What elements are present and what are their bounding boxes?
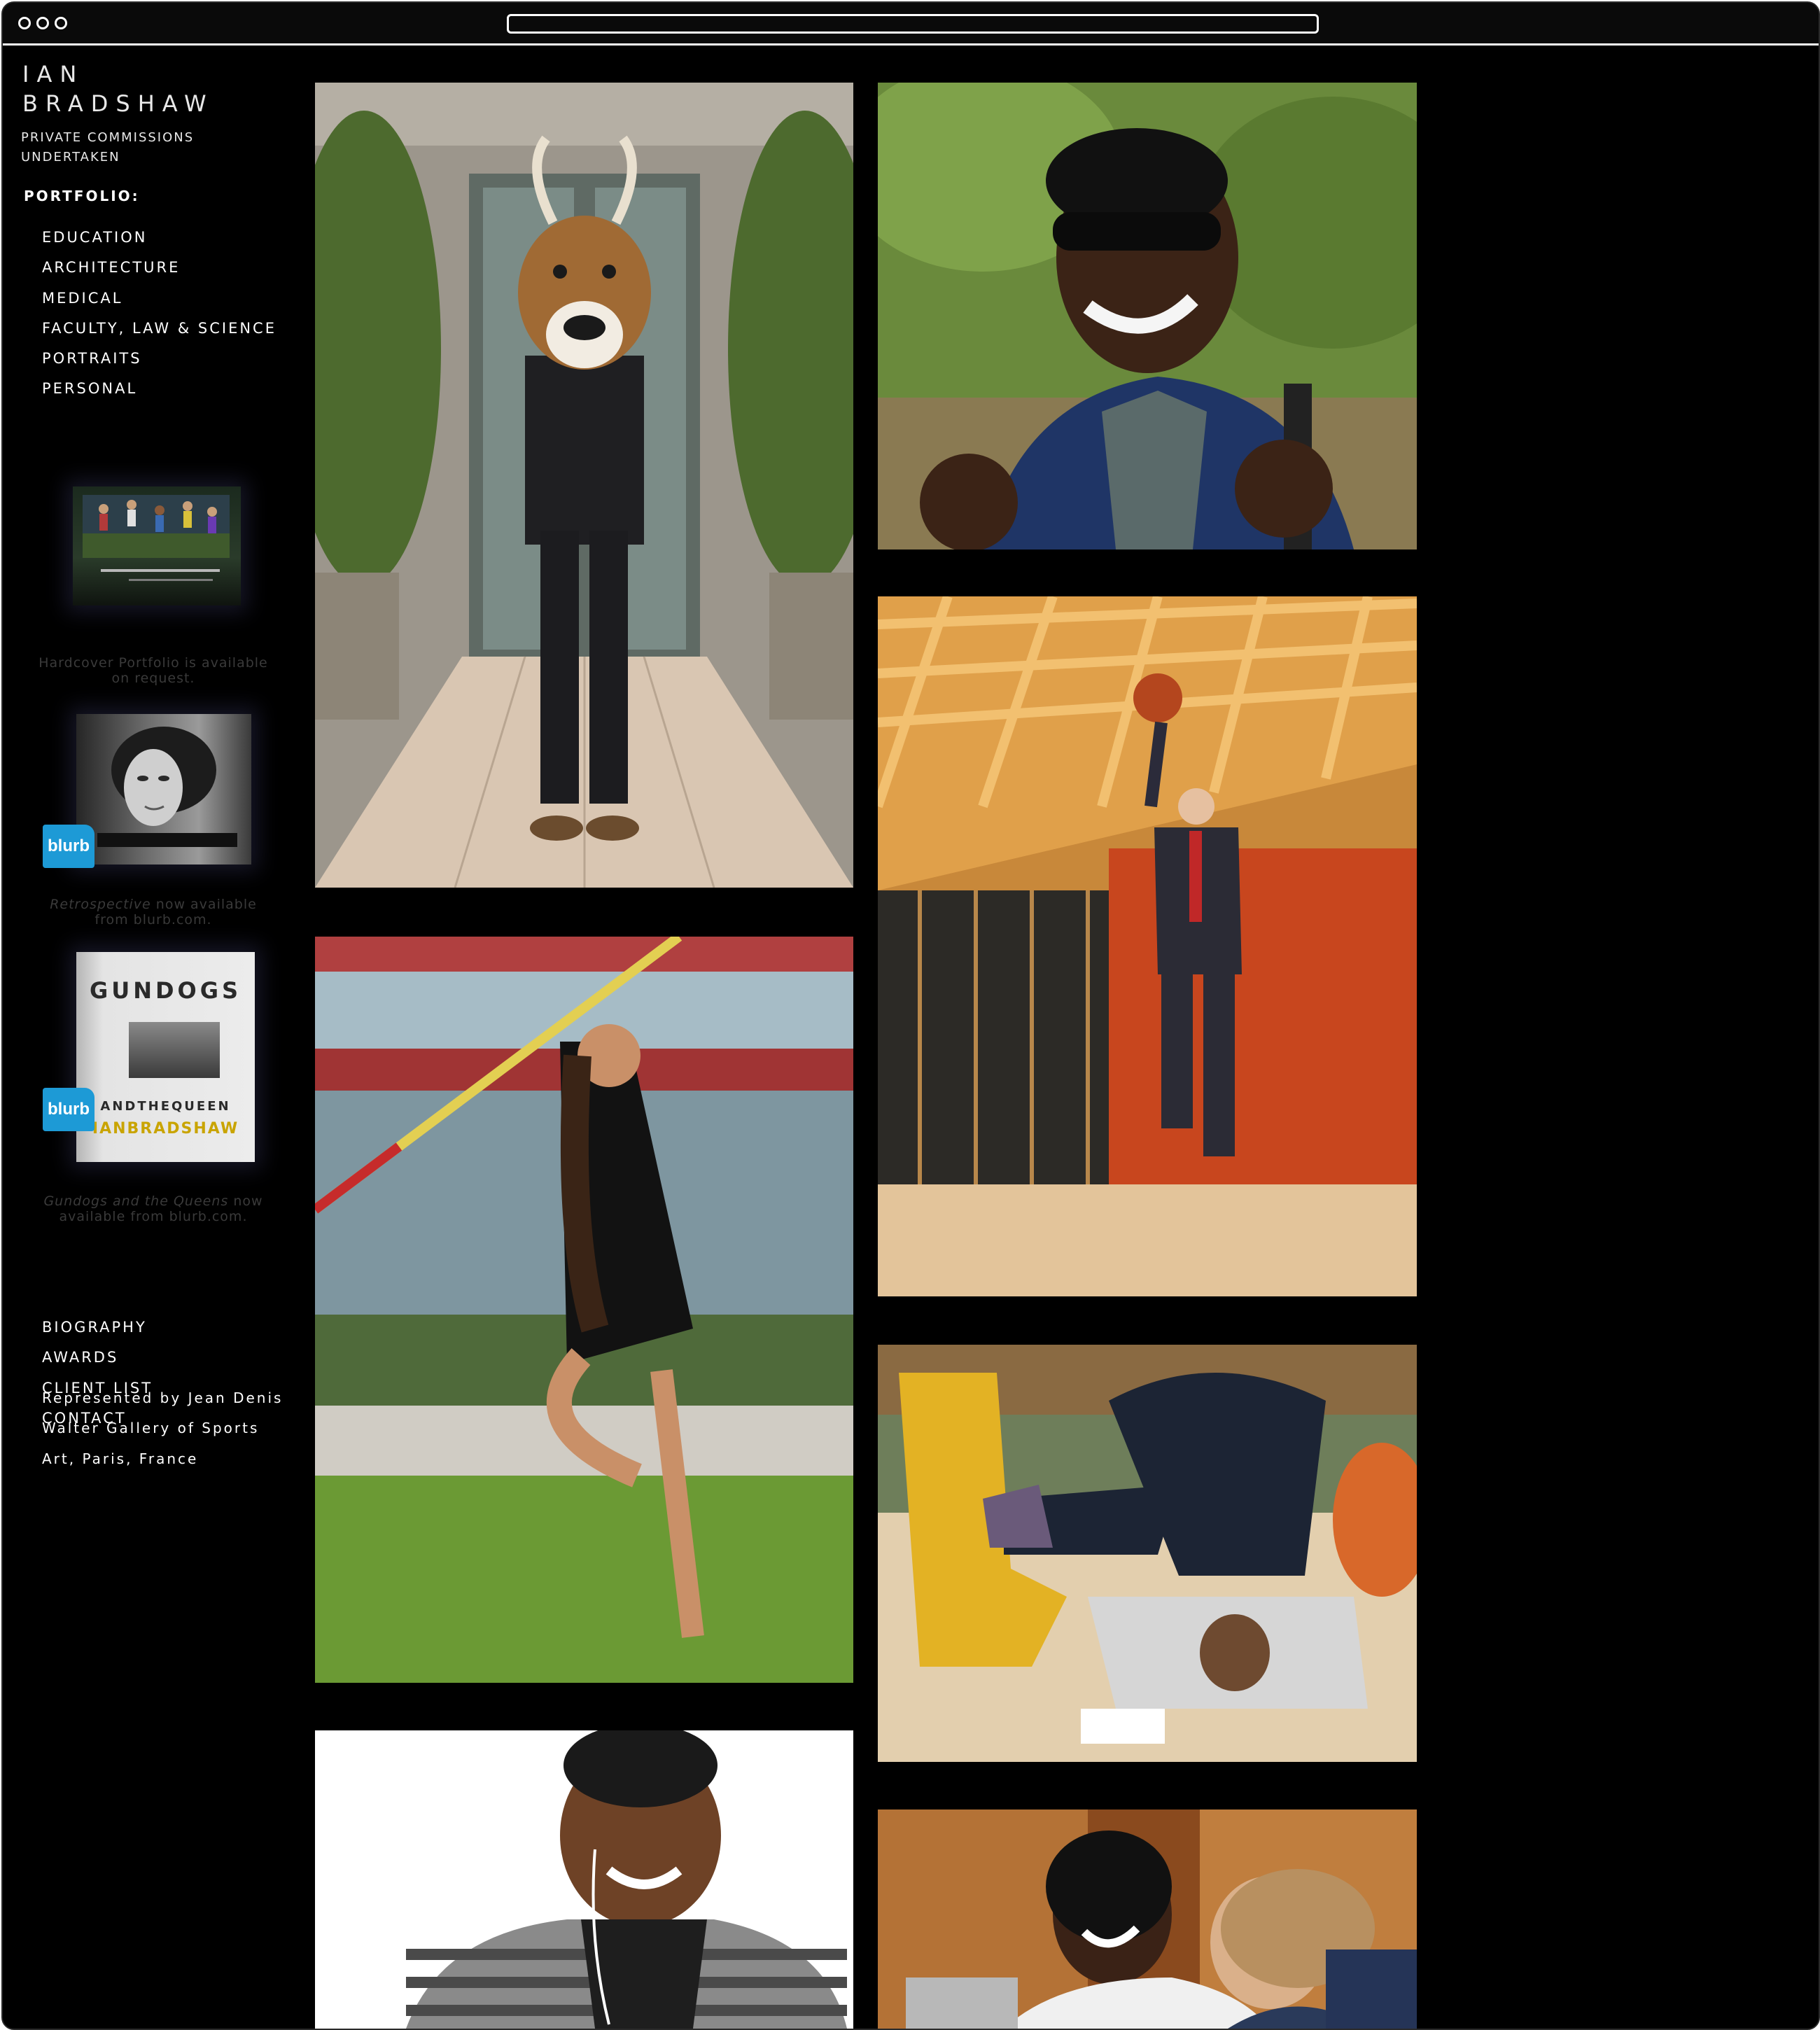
portfolio-nav: EDUCATION ARCHITECTURE MEDICAL FACULTY, … [42, 223, 276, 405]
nav-item-architecture[interactable]: ARCHITECTURE [42, 253, 276, 283]
jumping-students-image [83, 495, 230, 558]
gundogs-book[interactable]: GUNDOGS ANDTHEQUEEN IANBRADSHAW [76, 952, 255, 1162]
address-bar[interactable] [507, 14, 1319, 34]
portfolio-heading: PORTFOLIO: [24, 188, 140, 204]
photo-pole-vaulter-woman[interactable] [315, 937, 853, 1683]
representation-line-2: Walter Gallery of Sports [42, 1420, 260, 1437]
site-logo[interactable]: IAN BRADSHAW [22, 59, 214, 118]
hardcover-caption: Hardcover Portfolio is available on requ… [38, 655, 268, 686]
gundogs-cover-author: IANBRADSHAW [92, 1120, 239, 1138]
photo-man-earphones-smiling[interactable] [315, 1730, 853, 2029]
representation-line-3: Art, Paris, France [42, 1450, 199, 1467]
nav-item-portraits[interactable]: PORTRAITS [42, 344, 276, 374]
gundogs-cover-title: GUNDOGS [89, 977, 242, 1004]
browser-titlebar [3, 3, 1819, 46]
photo-mascot-deer-head[interactable] [315, 83, 853, 888]
tagline-line-1: PRIVATE COMMISSIONS [21, 130, 195, 145]
portrait-woman-image [97, 727, 237, 847]
window-minimize-button[interactable] [36, 17, 49, 29]
nav-item-faculty-law-science[interactable]: FACULTY, LAW & SCIENCE [42, 314, 276, 344]
photo-breakdancer-headstand[interactable] [878, 1345, 1417, 1762]
representation-line-1: Represented by Jean Denis [42, 1390, 284, 1406]
nav-item-personal[interactable]: PERSONAL [42, 374, 276, 404]
sidebar: IAN BRADSHAW PRIVATE COMMISSIONS UNDERTA… [3, 46, 304, 2029]
tagline-line-2: UNDERTAKEN [21, 150, 120, 164]
gundogs-caption: Gundogs and the Queens now available fro… [31, 1194, 276, 1224]
window-maximize-button[interactable] [55, 17, 67, 29]
gundogs-title: Gundogs and the Queens [43, 1194, 229, 1209]
gundogs-cover-image [129, 1022, 220, 1078]
browser-window: IAN BRADSHAW PRIVATE COMMISSIONS UNDERTA… [1, 1, 1820, 2030]
nav-item-biography[interactable]: BIOGRAPHY [42, 1312, 153, 1343]
retrospective-caption: Retrospective now available from blurb.c… [31, 897, 276, 927]
page-content: IAN BRADSHAW PRIVATE COMMISSIONS UNDERTA… [3, 46, 1819, 2029]
tagline: PRIVATE COMMISSIONS UNDERTAKEN [21, 128, 194, 167]
photo-man-sunglasses-cheering[interactable] [878, 83, 1417, 550]
window-close-button[interactable] [18, 17, 31, 29]
nav-item-medical[interactable]: MEDICAL [42, 284, 276, 314]
gundogs-cover-subtitle: ANDTHEQUEEN [100, 1099, 231, 1114]
blurb-logo-gundogs: blurb [43, 1088, 94, 1131]
nav-item-education[interactable]: EDUCATION [42, 223, 276, 253]
photo-students-laughing[interactable] [878, 1809, 1417, 2029]
logo-first-name: IAN [22, 61, 85, 88]
nav-item-awards[interactable]: AWARDS [42, 1343, 153, 1373]
photo-businessman-basketball-jump[interactable] [878, 596, 1417, 1296]
logo-last-name: BRADSHAW [22, 90, 214, 117]
retrospective-title: Retrospective [50, 897, 151, 912]
representation-text: Represented by Jean Denis Walter Gallery… [42, 1383, 283, 1474]
hardcover-portfolio-book[interactable] [73, 486, 241, 606]
blurb-logo-retrospective: blurb [43, 825, 94, 868]
retrospective-book[interactable] [76, 714, 251, 864]
